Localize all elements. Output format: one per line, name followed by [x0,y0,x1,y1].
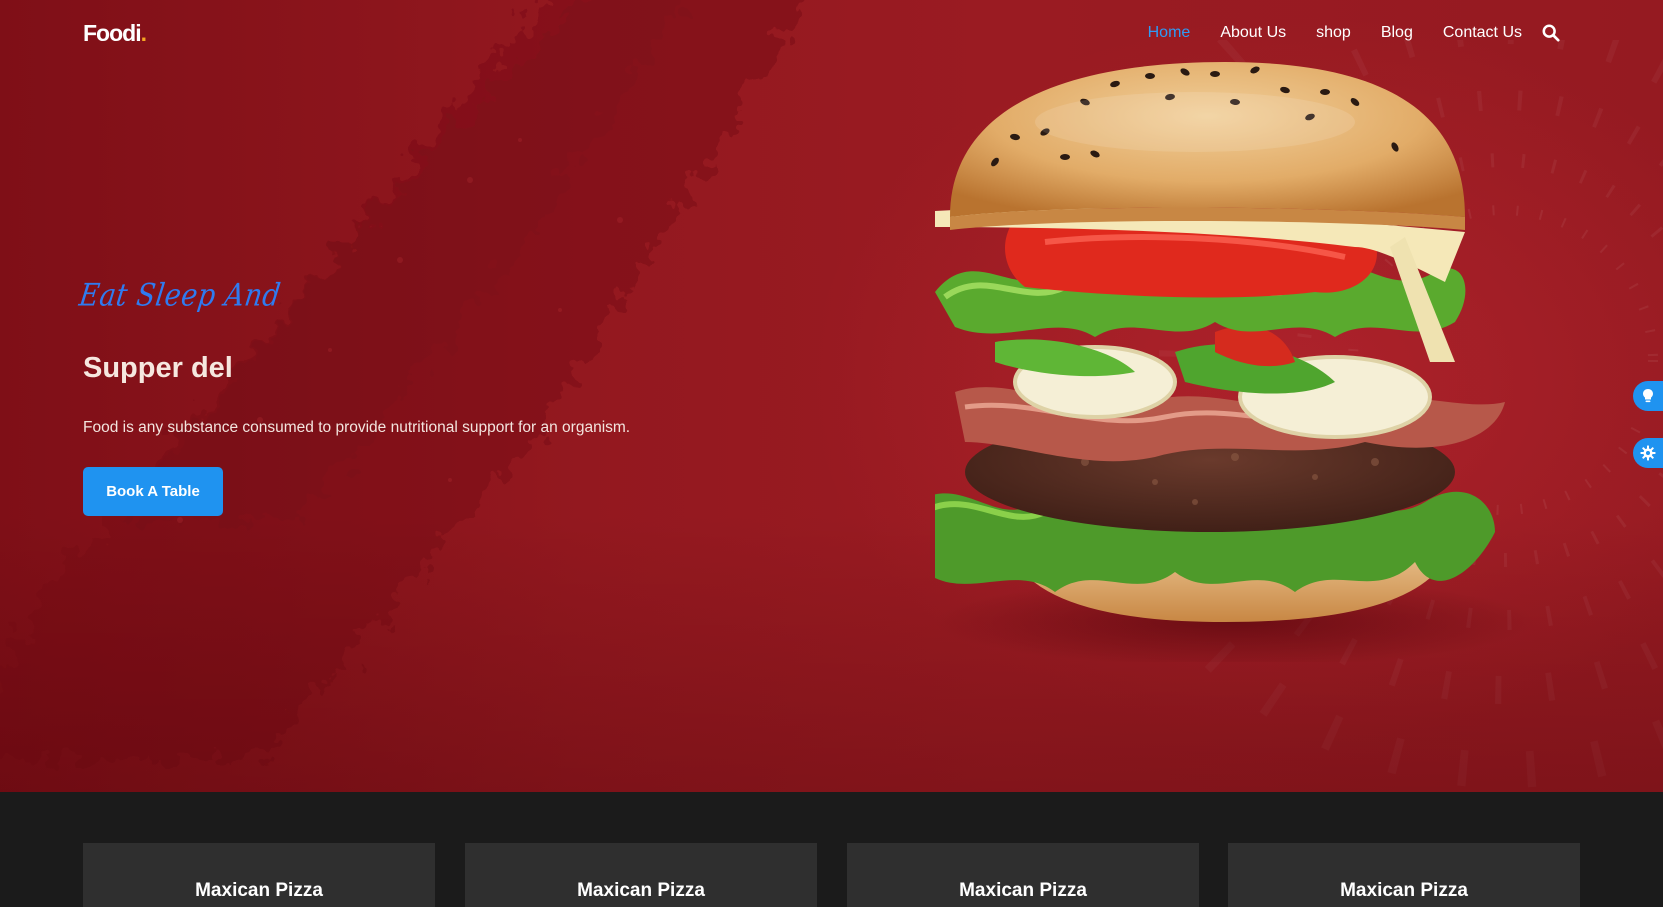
nav-item-blog[interactable]: Blog [1381,24,1413,42]
hero-section: Foodi. Home About Us shop Blog Contact U… [0,0,1663,792]
hero-description: Food is any substance consumed to provid… [83,419,631,436]
book-a-table-button[interactable]: Book A Table [83,467,223,516]
nav-item-contact-us[interactable]: Contact Us [1443,24,1522,42]
lightbulb-icon [1643,389,1653,403]
main-nav: Home About Us shop Blog Contact Us [1118,24,1560,42]
menu-cards: Maxican Pizza Maxican Pizza Maxican Pizz… [83,843,1580,907]
menu-card[interactable]: Maxican Pizza [465,843,817,907]
menu-card[interactable]: Maxican Pizza [83,843,435,907]
menu-card-title: Maxican Pizza [577,880,705,901]
gear-icon [1640,445,1656,461]
hero-tagline: Eat Sleep And [76,278,283,314]
menu-card[interactable]: Maxican Pizza [1228,843,1580,907]
menu-card-title: Maxican Pizza [195,880,323,901]
side-tab-ideas[interactable] [1633,381,1663,411]
nav-item-about-us[interactable]: About Us [1220,24,1286,42]
burger-image [935,62,1535,662]
search-icon[interactable] [1542,24,1560,42]
site-logo[interactable]: Foodi. [83,20,147,47]
nav-item-shop[interactable]: shop [1316,24,1351,42]
hero-title: Supper del [83,352,233,384]
menu-card[interactable]: Maxican Pizza [847,843,1199,907]
menu-card-title: Maxican Pizza [959,880,1087,901]
side-tab-settings[interactable] [1633,438,1663,468]
nav-item-home[interactable]: Home [1148,24,1191,42]
menu-card-title: Maxican Pizza [1340,880,1468,901]
